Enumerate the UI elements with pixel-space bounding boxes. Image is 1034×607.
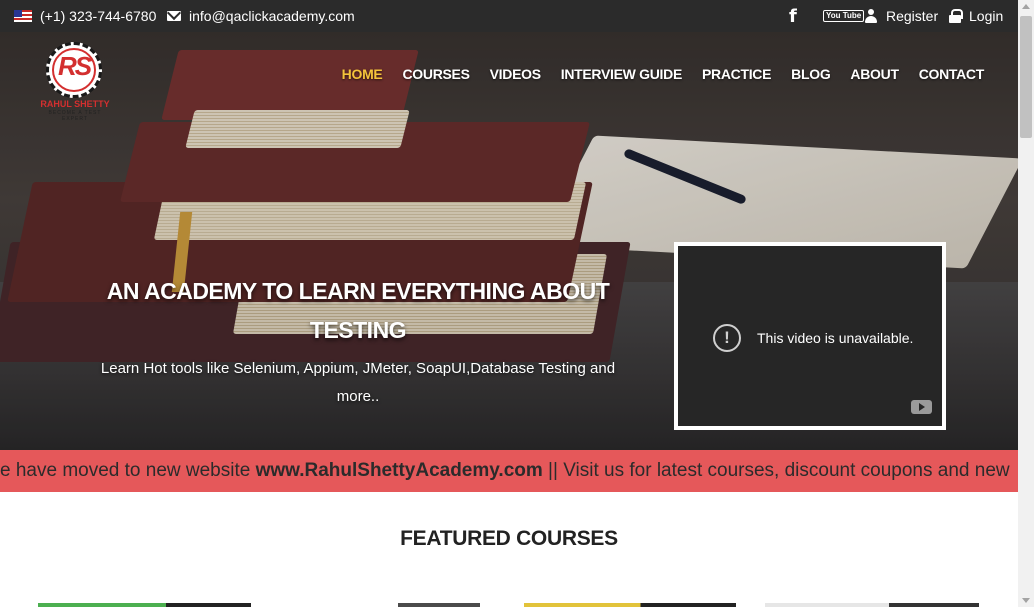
video-unavailable-message: This video is unavailable.	[757, 330, 914, 346]
announcement-marquee: e have moved to new website www.RahulShe…	[0, 450, 1018, 492]
nav-contact[interactable]: CONTACT	[919, 66, 985, 86]
hero-banner: RS RAHUL SHETTY BECOME A TEST EXPERT HOM…	[0, 32, 1018, 450]
logo-name: RAHUL SHETTY	[40, 99, 110, 109]
scroll-thumb[interactable]	[1020, 16, 1032, 138]
course-card[interactable]	[398, 603, 480, 607]
us-flag-icon	[14, 10, 32, 22]
nav-interview-guide[interactable]: INTERVIEW GUIDE	[561, 66, 683, 86]
marquee-text: e have moved to new website www.RahulShe…	[0, 450, 1010, 492]
email-address[interactable]: info@qaclickacademy.com	[189, 8, 355, 24]
nav-home[interactable]: HOME	[342, 66, 383, 86]
nav-about[interactable]: ABOUT	[850, 66, 899, 86]
marquee-link[interactable]: www.RahulShettyAcademy.com	[256, 460, 543, 481]
hero-title: AN ACADEMY TO LEARN EVERYTHING ABOUT TES…	[106, 278, 610, 343]
email-contact[interactable]: info@qaclickacademy.com	[167, 0, 355, 32]
phone-contact: (+1) 323-744-6780	[14, 0, 156, 32]
facebook-link[interactable]: f	[789, 0, 797, 32]
phone-number: (+1) 323-744-6780	[40, 8, 157, 24]
logo-mark: RS	[57, 51, 92, 81]
page-scrollbar[interactable]	[1018, 0, 1034, 607]
video-player[interactable]: ! This video is unavailable.	[678, 246, 942, 426]
nav-blog[interactable]: BLOG	[791, 66, 831, 86]
main-nav: HOME COURSES VIDEOS INTERVIEW GUIDE PRAC…	[342, 66, 985, 86]
facebook-icon[interactable]: f	[789, 6, 797, 27]
youtube-logo-icon[interactable]	[911, 400, 932, 414]
envelope-icon	[167, 11, 181, 21]
scroll-down-arrow-icon[interactable]	[1022, 598, 1030, 603]
course-card[interactable]	[524, 603, 736, 607]
site-logo[interactable]: RS RAHUL SHETTY BECOME A TEST EXPERT	[38, 40, 112, 122]
youtube-icon[interactable]: You Tube	[823, 10, 865, 22]
alert-icon: !	[713, 324, 741, 352]
register-label[interactable]: Register	[886, 8, 938, 24]
video-embed[interactable]: ! This video is unavailable.	[674, 242, 946, 430]
nav-videos[interactable]: VIDEOS	[490, 66, 541, 86]
scroll-up-arrow-icon[interactable]	[1022, 4, 1030, 9]
nav-practice[interactable]: PRACTICE	[702, 66, 771, 86]
hero-subtitle: Learn Hot tools like Selenium, Appium, J…	[100, 360, 616, 405]
login-link[interactable]: Login	[949, 0, 1003, 32]
lock-icon	[949, 9, 963, 23]
user-icon	[864, 9, 878, 23]
register-link[interactable]: Register	[864, 0, 938, 32]
login-label[interactable]: Login	[969, 8, 1003, 24]
top-bar: (+1) 323-744-6780 info@qaclickacademy.co…	[0, 0, 1018, 32]
nav-courses[interactable]: COURSES	[402, 66, 469, 86]
marquee-prefix: e have moved to new website	[0, 460, 256, 481]
marquee-suffix: || Visit us for latest courses, discount…	[542, 460, 1010, 481]
logo-tagline: BECOME A TEST EXPERT	[48, 110, 102, 122]
youtube-link[interactable]: You Tube	[823, 0, 865, 32]
course-card[interactable]	[38, 603, 251, 607]
course-card[interactable]	[765, 603, 979, 607]
featured-courses-heading: FEATURED COURSES	[400, 527, 618, 550]
